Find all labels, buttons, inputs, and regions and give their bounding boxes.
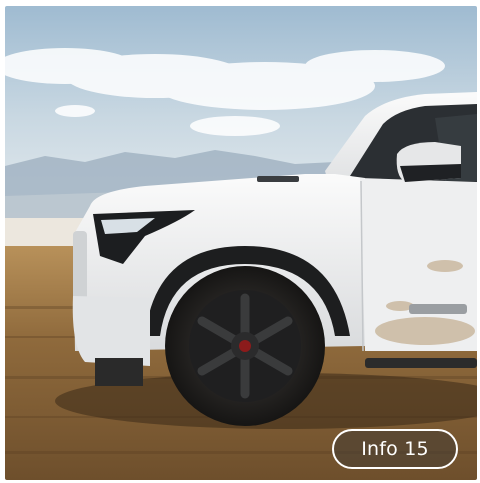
info-button[interactable]: Info 15	[332, 429, 458, 469]
front-wheel	[165, 266, 325, 426]
info-button-label: Info 15	[361, 438, 429, 460]
truck-photo	[5, 6, 477, 480]
viewer-frame: Info 15	[0, 0, 480, 483]
